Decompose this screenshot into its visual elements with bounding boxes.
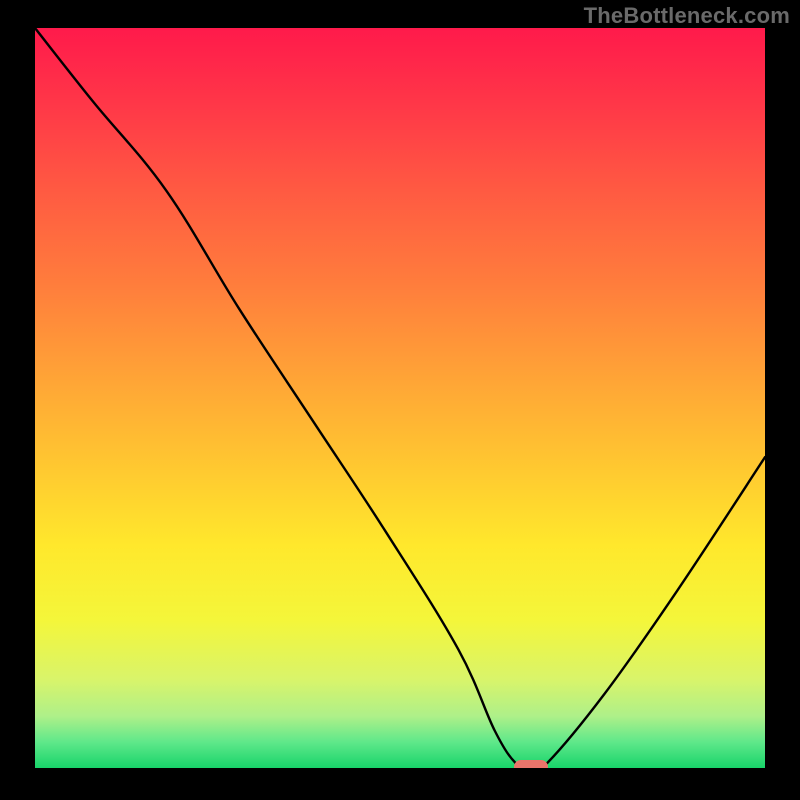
chart-frame: TheBottleneck.com <box>0 0 800 800</box>
optimal-marker <box>514 760 548 768</box>
watermark-text: TheBottleneck.com <box>584 3 790 29</box>
bottleneck-curve <box>35 28 765 768</box>
curve-path <box>35 28 765 768</box>
plot-area <box>35 28 765 768</box>
